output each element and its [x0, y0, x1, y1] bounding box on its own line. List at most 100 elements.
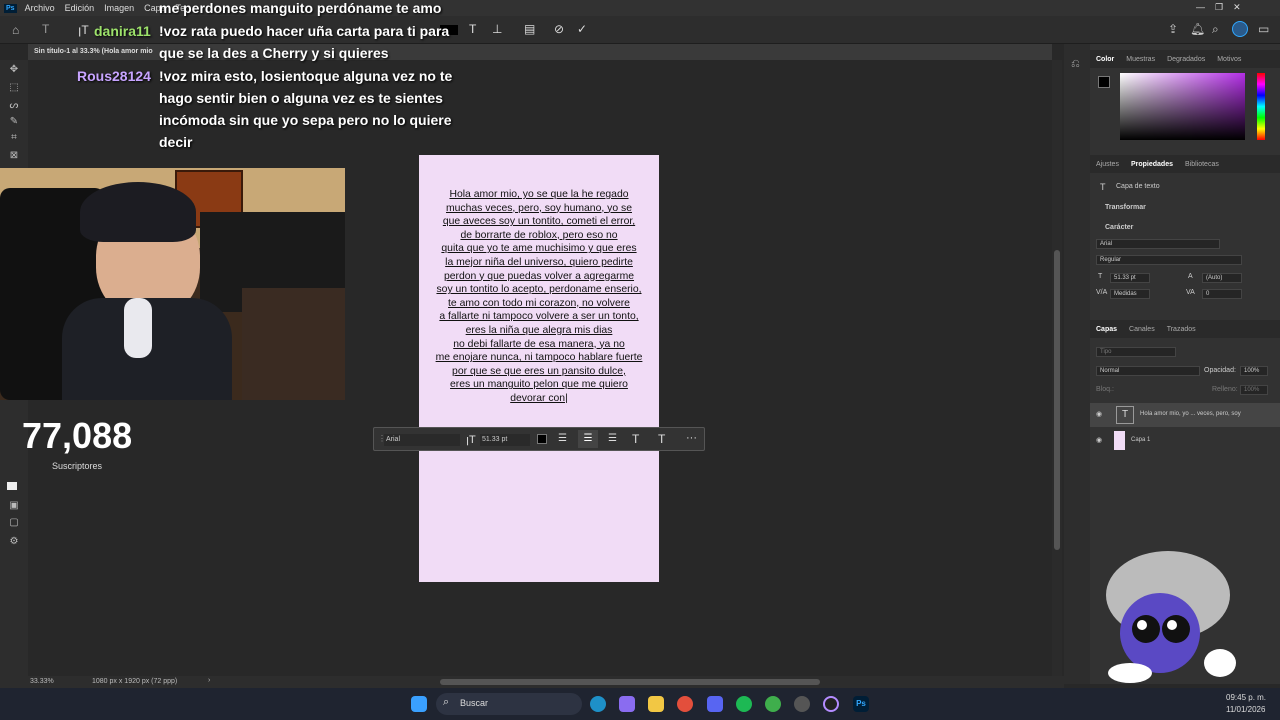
- type-tool-icon[interactable]: T: [42, 22, 49, 36]
- warp-text-icon[interactable]: T: [469, 22, 476, 36]
- tab-color[interactable]: Color: [1096, 56, 1114, 63]
- tab-bibliotecas[interactable]: Bibliotecas: [1185, 161, 1219, 168]
- font-style-select[interactable]: Regular: [1096, 255, 1242, 265]
- align-center-icon[interactable]: ☰: [578, 430, 598, 448]
- lasso-tool-icon[interactable]: ᔕ: [7, 100, 21, 112]
- tab-trazados[interactable]: Trazados: [1167, 326, 1196, 333]
- hue-slider[interactable]: [1257, 73, 1265, 140]
- warp-text-icon[interactable]: T: [632, 432, 639, 446]
- letter-line: por que se que eres un pansito dulce,: [452, 365, 626, 377]
- history-icon[interactable]: ⎌: [1071, 58, 1080, 71]
- zoom-level[interactable]: 33.33%: [30, 678, 54, 685]
- align-right-icon[interactable]: ☰: [608, 433, 617, 444]
- window-controls[interactable]: — ❐ ✕: [1196, 2, 1241, 13]
- tab-ajustes[interactable]: Ajustes: [1096, 161, 1119, 168]
- tab-muestras[interactable]: Muestras: [1126, 56, 1155, 63]
- foreground-color-swatch[interactable]: [1098, 76, 1110, 88]
- marquee-tool-icon[interactable]: ⬚: [7, 82, 21, 94]
- copilot-icon[interactable]: [619, 696, 635, 712]
- layer-filter-kind[interactable]: Tipo: [1096, 347, 1176, 357]
- tab-propiedades[interactable]: Propiedades: [1131, 161, 1173, 168]
- clock-date[interactable]: 11/01/2026: [1226, 705, 1265, 714]
- menu-archivo[interactable]: Archivo: [25, 3, 55, 13]
- clock-time[interactable]: 09:45 p. m.: [1226, 693, 1266, 702]
- chevron-right-icon[interactable]: ›: [208, 677, 210, 684]
- color-picker-field[interactable]: [1120, 73, 1245, 140]
- text-color-swatch[interactable]: [537, 434, 547, 444]
- screen-mode-icon[interactable]: ▢: [7, 517, 21, 529]
- brush-tool-icon[interactable]: ✎: [7, 116, 21, 128]
- layers-panel-tabs: Capas Canales Trazados: [1090, 320, 1280, 338]
- tab-motivos[interactable]: Motivos: [1217, 56, 1241, 63]
- quick-mask-icon[interactable]: ▣: [7, 500, 21, 512]
- layer-row[interactable]: ◉ Capa 1: [1090, 429, 1280, 453]
- search-icon[interactable]: ⌕: [1212, 22, 1219, 37]
- layer-name: Hola amor mio, yo ... veces, pero, soy: [1140, 411, 1241, 417]
- character-section[interactable]: Carácter: [1105, 224, 1133, 231]
- photoshop-taskbar-icon[interactable]: Ps: [853, 696, 869, 712]
- tracking-icon: VA: [1186, 289, 1195, 296]
- eye-icon[interactable]: ◉: [1096, 410, 1102, 418]
- font-dropdown[interactable]: Arial: [384, 434, 460, 446]
- edge-icon[interactable]: [590, 696, 606, 712]
- file-explorer-icon[interactable]: [648, 696, 664, 712]
- letter-line: quita que yo te ame muchisimo y que eres: [441, 243, 637, 255]
- layer-row[interactable]: ◉ T Hola amor mio, yo ... veces, pero, s…: [1090, 403, 1280, 427]
- letter-line: Hola amor mio, yo se que la he regado: [449, 189, 629, 200]
- color-swatches-icon[interactable]: [7, 482, 17, 490]
- letter-line: la mejor niña del universo, quiero pedir…: [445, 256, 633, 268]
- subscriber-label: Suscriptores: [52, 461, 103, 471]
- discord-icon[interactable]: [707, 696, 723, 712]
- workspace-icon[interactable]: ▭: [1258, 22, 1269, 36]
- blend-mode-select[interactable]: Normal: [1096, 366, 1200, 376]
- align-left-icon[interactable]: ☰: [558, 433, 567, 444]
- font-size-field[interactable]: 51.33 pt: [1110, 273, 1150, 283]
- frame-tool-icon[interactable]: ⊠: [7, 150, 21, 162]
- eye-icon[interactable]: ◉: [1096, 436, 1102, 444]
- share-icon[interactable]: ⇪: [1168, 22, 1178, 36]
- more-options-icon[interactable]: ···: [686, 432, 697, 444]
- opacity-field[interactable]: 100%: [1240, 366, 1268, 376]
- bell-icon[interactable]: 🔔︎: [1190, 22, 1205, 36]
- cancel-icon[interactable]: ⊘: [554, 22, 564, 36]
- chat-message: incómoda sin que yo sepa pero no lo quie…: [159, 112, 452, 128]
- 3d-icon[interactable]: ▤: [524, 22, 535, 36]
- opacity-label: Opacidad:: [1204, 367, 1236, 374]
- fill-field[interactable]: 100%: [1240, 385, 1268, 395]
- transform-section[interactable]: Transformar: [1105, 204, 1146, 211]
- settings-icon[interactable]: [794, 696, 810, 712]
- text-layer-thumbnail: T: [1116, 406, 1134, 424]
- text-layer-icon: T: [1100, 182, 1106, 192]
- chrome-alt-icon[interactable]: [765, 696, 781, 712]
- document-size-info: 1080 px x 1920 px (72 ppp): [92, 678, 178, 685]
- taskbar-search[interactable]: ⌕ Buscar: [436, 693, 582, 715]
- chrome-icon[interactable]: [677, 696, 693, 712]
- home-icon[interactable]: ⌂: [12, 23, 19, 37]
- letter-line: me enojare nunca, ni tampoco hablare fue…: [435, 352, 643, 364]
- extras-icon[interactable]: ⚙: [7, 536, 21, 548]
- fill-label: Relleno:: [1212, 386, 1238, 393]
- kerning-field[interactable]: Medidas: [1110, 289, 1150, 299]
- text-options-icon[interactable]: T: [658, 432, 665, 446]
- tab-canales[interactable]: Canales: [1129, 326, 1155, 333]
- font-family-select[interactable]: Arial: [1096, 239, 1220, 249]
- letter-text-layer[interactable]: Hola amor mio, yo se que la he regado mu…: [424, 188, 654, 406]
- photoshop-logo: Ps: [4, 3, 17, 13]
- assistant-icon[interactable]: [1232, 21, 1248, 37]
- vertical-scrollbar[interactable]: [1052, 60, 1062, 676]
- tab-degradados[interactable]: Degradados: [1167, 56, 1205, 63]
- windows-start-icon[interactable]: [411, 696, 427, 712]
- move-tool-icon[interactable]: ✥: [7, 64, 21, 76]
- chat-message: que se la des a Cherry y si quieres: [159, 45, 389, 61]
- spotify-icon[interactable]: [736, 696, 752, 712]
- panels-icon[interactable]: ⊥: [492, 22, 502, 36]
- letter-line: te amo con todo mi corazon, no volvere: [448, 297, 630, 309]
- commit-icon[interactable]: ✓: [577, 22, 587, 36]
- tracking-field[interactable]: 0: [1202, 289, 1242, 299]
- obs-icon[interactable]: [823, 696, 839, 712]
- crop-tool-icon[interactable]: ⌗: [7, 132, 21, 144]
- tab-capas[interactable]: Capas: [1096, 326, 1117, 333]
- font-size-dropdown[interactable]: 51.33 pt: [480, 434, 530, 446]
- horizontal-scrollbar[interactable]: [440, 679, 820, 685]
- leading-field[interactable]: (Auto): [1202, 273, 1242, 283]
